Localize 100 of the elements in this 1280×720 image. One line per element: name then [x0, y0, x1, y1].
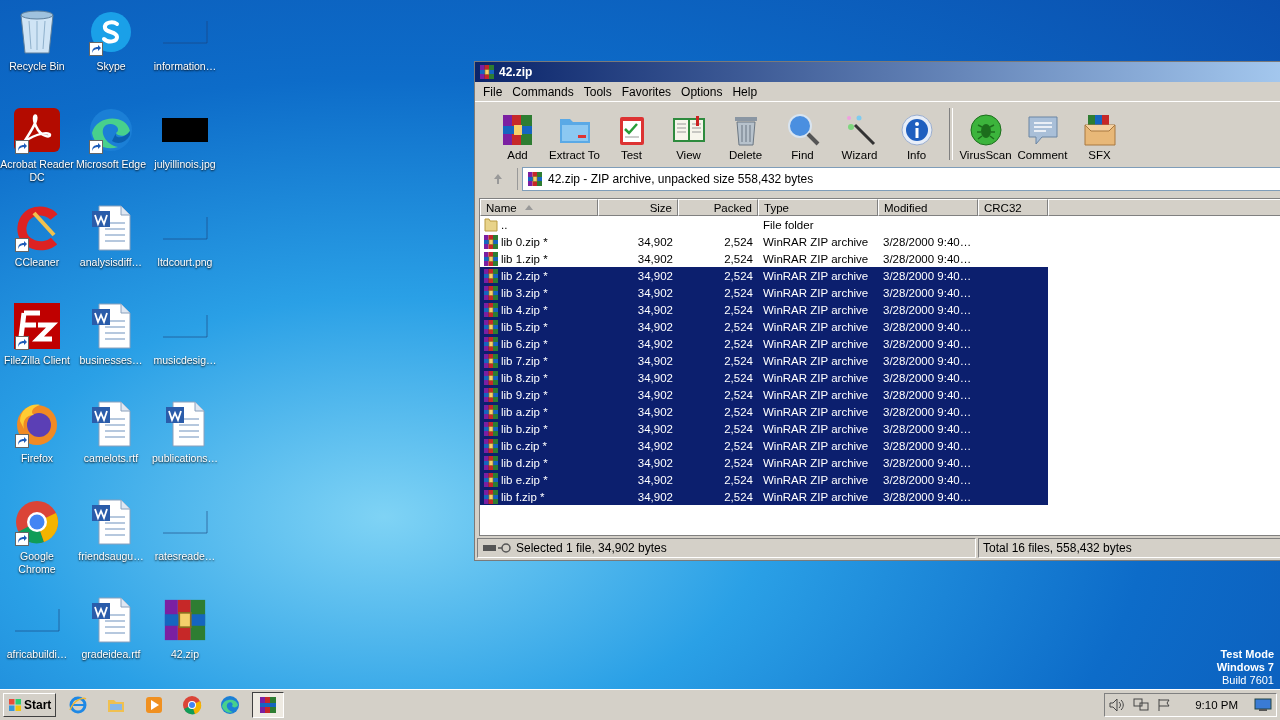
file-row[interactable]: lib 2.zip * 34,902 2,524 WinRAR ZIP archive 3/28/2000 9:40… — [480, 267, 1048, 284]
blank-thumbnail-icon — [162, 510, 208, 534]
type-cell-text: WinRAR ZIP archive — [762, 337, 870, 350]
file-row[interactable]: lib 6.zip * 34,902 2,524 WinRAR ZIP archive 3/28/2000 9:40… — [480, 335, 1048, 352]
modified-cell-text: 3/28/2000 9:40… — [882, 456, 973, 469]
column-header[interactable]: Packed — [678, 199, 758, 216]
toolbar-button[interactable]: View — [660, 113, 717, 164]
file-row[interactable]: lib 0.zip * 34,902 2,524 WinRAR ZIP archive 3/28/2000 9:40… — [480, 233, 1048, 250]
menu-item[interactable]: File — [478, 84, 508, 99]
packed-cell-text: 2,524 — [723, 371, 754, 384]
column-header[interactable]: CRC32 — [978, 199, 1048, 216]
file-name: lib d.zip * — [480, 454, 598, 471]
up-arrow-icon — [493, 173, 503, 185]
toolbar-button[interactable]: Test — [603, 113, 660, 164]
show-desktop-icon[interactable] — [1254, 698, 1272, 712]
toolbar-button[interactable]: Delete — [717, 113, 774, 164]
type-cell-text: WinRAR ZIP archive — [762, 269, 870, 282]
chrome-icon[interactable] — [182, 695, 203, 715]
toolbar-button[interactable]: Comment — [1014, 113, 1071, 164]
menu-item[interactable]: Commands — [507, 84, 579, 99]
speaker-icon[interactable] — [1109, 698, 1126, 712]
menu-item[interactable]: Favorites — [616, 84, 677, 99]
file-row[interactable]: lib 4.zip * 34,902 2,524 WinRAR ZIP archive 3/28/2000 9:40… — [480, 301, 1048, 318]
taskbar-app[interactable] — [252, 692, 285, 718]
file-row[interactable]: lib a.zip * 34,902 2,524 WinRAR ZIP archive 3/28/2000 9:40… — [480, 403, 1048, 420]
packed-cell-text: 2,524 — [723, 252, 754, 265]
file-row[interactable]: lib e.zip * 34,902 2,524 WinRAR ZIP archive 3/28/2000 9:40… — [480, 471, 1048, 488]
archive-books-icon — [483, 471, 499, 488]
archive-books-icon — [483, 403, 499, 420]
size-cell-text: 34,902 — [636, 252, 674, 265]
menu-item[interactable]: Help — [727, 84, 763, 99]
toolbar-button[interactable]: SFX — [1071, 113, 1128, 164]
document-icon — [91, 205, 131, 251]
document-icon — [91, 597, 131, 643]
file-name: lib 6.zip * — [480, 335, 598, 352]
type-cell-text: WinRAR ZIP archive — [762, 286, 870, 299]
file-name: lib 7.zip * — [480, 352, 598, 369]
modified-cell-text: 3/28/2000 9:40… — [882, 235, 973, 248]
document-icon — [165, 401, 205, 447]
desktop-icon-label[interactable]: Acrobat Reader DC — [0, 158, 74, 184]
image-thumbnail — [162, 118, 208, 142]
file-row[interactable]: lib 3.zip * 34,902 2,524 WinRAR ZIP archive 3/28/2000 9:40… — [480, 284, 1048, 301]
chrome-icon — [14, 499, 60, 545]
column-header[interactable]: Type — [758, 199, 878, 216]
toolbar-button[interactable]: Info — [888, 113, 945, 164]
desktop-icon-label[interactable]: Microsoft Edge — [76, 158, 146, 171]
bug-scan-icon — [968, 113, 1003, 147]
type-cell-text: WinRAR ZIP archive — [762, 371, 870, 384]
file-row[interactable]: lib f.zip * 34,902 2,524 WinRAR ZIP archive 3/28/2000 9:40… — [480, 488, 1048, 505]
file-row[interactable]: lib b.zip * 34,902 2,524 WinRAR ZIP archive 3/28/2000 9:40… — [480, 420, 1048, 437]
packed-cell-text: 2,524 — [723, 388, 754, 401]
column-header[interactable]: Name — [480, 199, 598, 216]
file-name: lib 3.zip * — [480, 284, 598, 301]
toolbar-button[interactable]: Extract To — [546, 113, 603, 164]
file-row[interactable]: lib 1.zip * 34,902 2,524 WinRAR ZIP archive 3/28/2000 9:40… — [480, 250, 1048, 267]
flag-icon[interactable] — [1157, 698, 1172, 712]
blank-thumbnail-icon — [162, 314, 208, 338]
file-row[interactable]: lib 8.zip * 34,902 2,524 WinRAR ZIP archive 3/28/2000 9:40… — [480, 369, 1048, 386]
menu-item[interactable]: Options — [676, 84, 728, 99]
window-title: 42.zip — [499, 65, 533, 79]
archive-books-icon[interactable] — [258, 695, 279, 715]
clock[interactable]: 9:10 PM — [1195, 699, 1238, 711]
file-row[interactable]: lib c.zip * 34,902 2,524 WinRAR ZIP archive 3/28/2000 9:40… — [480, 437, 1048, 454]
menu-item[interactable]: Tools — [578, 84, 617, 99]
internet-explorer-icon[interactable] — [68, 695, 89, 715]
packed-cell-text: 2,524 — [723, 456, 754, 469]
speech-bubble-icon — [1025, 113, 1060, 147]
file-name: lib 8.zip * — [480, 369, 598, 386]
column-header[interactable]: Size — [598, 199, 678, 216]
address-field[interactable]: 42.zip - ZIP archive, unpacked size 558,432 bytes — [522, 167, 1280, 191]
toolbar-button[interactable]: Add — [489, 113, 546, 164]
browser-wave-icon[interactable] — [220, 695, 241, 715]
size-cell-text: 34,902 — [636, 456, 674, 469]
toolbar-button[interactable]: Wizard — [831, 113, 888, 164]
archive-books-icon — [483, 420, 499, 437]
network-icon[interactable] — [1133, 698, 1150, 712]
toolbar-button[interactable]: VirusScan — [957, 113, 1014, 164]
file-row[interactable]: lib 5.zip * 34,902 2,524 WinRAR ZIP archive 3/28/2000 9:40… — [480, 318, 1048, 335]
desktop-icon-label[interactable]: Recycle Bin — [9, 60, 65, 73]
toolbar-button[interactable]: Find — [774, 113, 831, 164]
browser-wave-icon — [88, 107, 134, 153]
column-header[interactable]: Modified — [878, 199, 978, 216]
recycle-bin-icon — [17, 9, 57, 55]
file-row[interactable]: .. File folder — [480, 216, 1048, 233]
document-icon — [91, 499, 131, 545]
desktop-icon-label[interactable]: CCleaner — [14, 256, 60, 269]
packed-cell-text: 2,524 — [723, 439, 754, 452]
start-button[interactable]: Start — [3, 693, 57, 717]
desktop-icon-label[interactable]: Skype — [96, 60, 126, 73]
type-cell-text: WinRAR ZIP archive — [762, 388, 870, 401]
modified-cell-text: 3/28/2000 9:40… — [882, 422, 973, 435]
desktop-icon-label[interactable]: analysisdiff… — [79, 256, 143, 269]
packed-cell-text: 2,524 — [723, 337, 754, 350]
desktop-icon-label[interactable]: julyillinois.jpg — [154, 158, 216, 171]
file-row[interactable]: lib 9.zip * 34,902 2,524 WinRAR ZIP archive 3/28/2000 9:40… — [480, 386, 1048, 403]
archive-books-icon — [483, 454, 499, 471]
media-player-icon[interactable] — [144, 695, 165, 715]
desktop-icon-label[interactable]: information… — [153, 60, 217, 73]
file-row[interactable]: lib d.zip * 34,902 2,524 WinRAR ZIP archive 3/28/2000 9:40… — [480, 454, 1048, 471]
file-row[interactable]: lib 7.zip * 34,902 2,524 WinRAR ZIP archive 3/28/2000 9:40… — [480, 352, 1048, 369]
